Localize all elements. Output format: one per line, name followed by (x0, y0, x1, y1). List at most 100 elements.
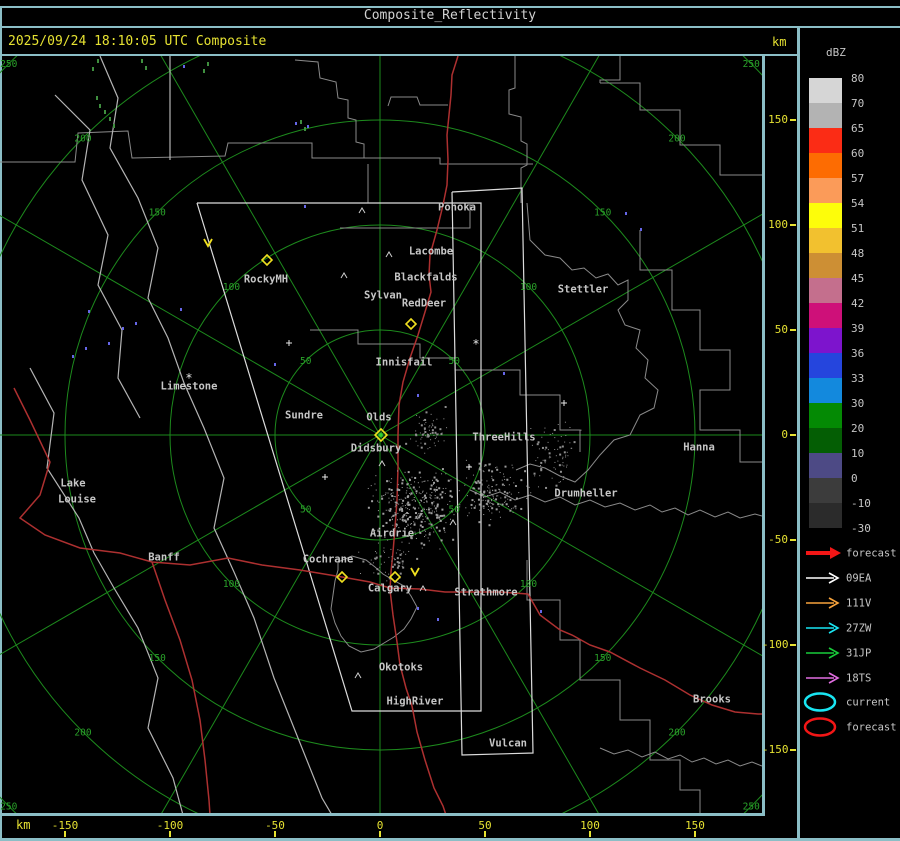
precip-echo-dot (486, 480, 488, 482)
precip-echo-dot (425, 422, 427, 424)
precip-echo-dot (382, 512, 385, 515)
precip-echo-dot (520, 507, 523, 510)
precip-echo-blue (640, 228, 642, 231)
precip-echo-dot (543, 431, 545, 433)
precip-echo-dot (492, 479, 495, 482)
precip-echo-dot (418, 486, 420, 488)
asterisk-marker: * (185, 371, 192, 385)
precip-echo-dot (424, 530, 426, 532)
precip-echo-dot (492, 497, 494, 499)
ring-distance-label: 200 (74, 133, 91, 144)
precip-echo-dot (421, 436, 423, 438)
precip-echo-dot (483, 514, 485, 516)
precip-echo-dot (428, 533, 431, 536)
colorbar-swatch (809, 403, 842, 428)
colorbar-label: 70 (851, 97, 865, 110)
precip-echo-dot (526, 497, 528, 499)
precip-echo-dot (430, 512, 433, 515)
precip-echo-dot (489, 489, 491, 491)
precip-echo-dot (544, 427, 546, 429)
precip-echo-dot (408, 479, 411, 482)
precip-echo-dot (475, 505, 477, 507)
precip-echo-dot (524, 470, 527, 473)
precip-echo-dot (423, 509, 425, 511)
radar-map[interactable]: 50 50 50 50 100 100 100 100 150 150 150 150 200 200 20… (0, 0, 900, 841)
precip-echo-dot (544, 459, 547, 462)
precip-echo-dot (480, 497, 482, 499)
precip-echo-dot (528, 486, 530, 488)
precip-echo-blue (183, 65, 185, 68)
precip-echo-dot (395, 552, 397, 554)
terrain-boundary-line (54, 94, 141, 419)
precip-echo-dot (420, 424, 423, 427)
precip-echo-dot (396, 557, 399, 560)
map-border-right (762, 54, 765, 816)
colorbar-label: 36 (851, 347, 865, 360)
precip-echo-dot (439, 548, 441, 550)
colorbar-label: 48 (851, 247, 865, 260)
precip-echo-dot (468, 512, 470, 514)
precip-echo-dot (406, 519, 408, 521)
precip-echo-dot (401, 508, 404, 511)
precip-echo-dot (491, 499, 493, 501)
precip-echo-dot (562, 456, 564, 458)
precip-echo-dot (507, 505, 509, 507)
precip-echo-dot (398, 503, 400, 505)
precip-echo-dot (381, 497, 384, 500)
precip-echo-dot (397, 470, 399, 472)
colorbar-swatch (809, 503, 842, 528)
precip-echo-dot (411, 493, 413, 495)
precip-echo-dot (542, 459, 544, 461)
precip-echo-dot (419, 432, 421, 434)
city-label-vulcan: Vulcan (489, 738, 527, 750)
precip-echo-dot (433, 435, 435, 437)
precip-echo-dot (566, 464, 568, 466)
precip-echo-dot (434, 491, 436, 493)
precip-echo-dot (557, 424, 559, 426)
precip-echo-dot (424, 452, 426, 454)
precip-echo-dot (480, 500, 482, 502)
precip-echo-dot (391, 478, 393, 480)
caret-marker (385, 251, 393, 258)
precip-echo-dot (422, 490, 424, 492)
precip-echo-dot (439, 519, 442, 522)
precip-echo-dot (393, 498, 395, 500)
timestamp-label: 2025/09/24 18:10:05 UTC Composite (8, 34, 267, 49)
precip-echo-dot (410, 483, 412, 485)
precip-echo-dot (421, 513, 423, 515)
precip-echo-dot (536, 443, 539, 446)
precip-echo-dot (417, 482, 419, 484)
precip-echo-dot (559, 470, 562, 473)
precip-echo-dot (555, 484, 558, 487)
bottom-axis-tick-label: 0 (376, 819, 384, 832)
precip-echo-dot (496, 468, 499, 471)
precip-echo-dot (436, 433, 439, 436)
precip-echo-dot (406, 490, 408, 492)
precip-echo-dot (399, 553, 402, 556)
precip-echo-dot (384, 571, 386, 573)
precip-echo-dot (410, 523, 412, 525)
precip-echo-dot (499, 472, 501, 474)
precip-echo-dot (510, 493, 512, 495)
precip-echo-dot (491, 475, 493, 477)
precip-echo-dot (377, 515, 380, 518)
precip-echo-dot (443, 440, 445, 442)
precip-echo-dot (417, 445, 419, 447)
precip-echo-dot (440, 539, 443, 542)
precip-echo-dot (420, 509, 422, 511)
city-label-reddeer: RedDeer (402, 298, 446, 310)
precip-echo-dot (488, 484, 490, 486)
precip-echo-dot (491, 512, 493, 514)
colorbar-label: -10 (851, 497, 871, 510)
precip-echo-dot (420, 442, 422, 444)
colorbar-label: 0 (851, 472, 858, 485)
precip-echo-dot (395, 523, 398, 526)
precip-echo-dot (549, 455, 551, 457)
precip-echo-dot (474, 481, 477, 484)
precip-echo-dot (497, 503, 500, 506)
colorbar-label: 80 (851, 72, 865, 85)
city-label-banff: Banff (148, 552, 180, 564)
city-label-ponoka: Ponoka (438, 202, 476, 214)
precip-echo-dot (401, 487, 403, 489)
right-axis-tickmark (790, 329, 796, 331)
